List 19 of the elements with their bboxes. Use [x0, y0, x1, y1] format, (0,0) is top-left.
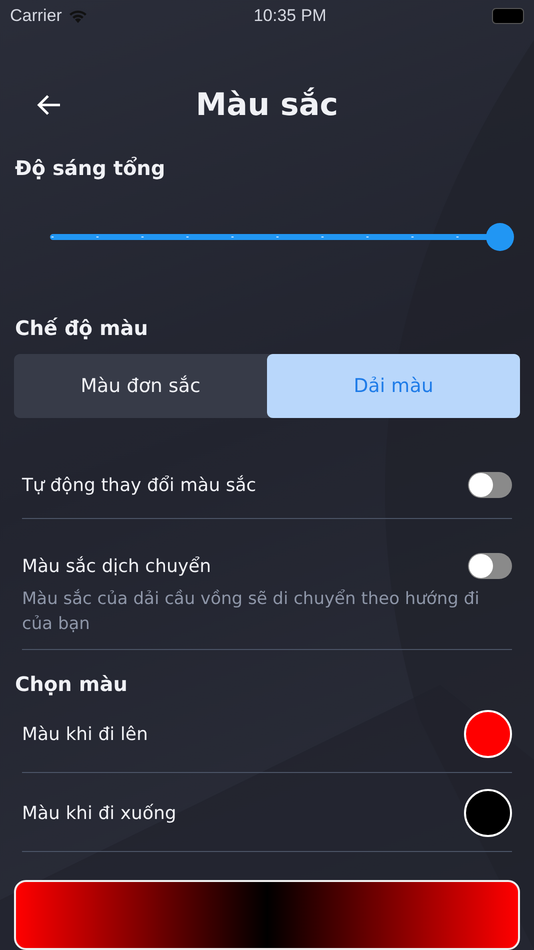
page-title: Màu sắc [196, 87, 338, 123]
wifi-icon [68, 8, 88, 24]
setting-label: Màu sắc dịch chuyển [22, 556, 212, 576]
mode-tab[interactable]: Màu đơn sắc [14, 354, 267, 418]
color-swatch[interactable] [464, 710, 512, 758]
status-time: 10:35 PM [254, 6, 326, 26]
battery-icon [492, 8, 524, 24]
carrier-label: Carrier [10, 6, 62, 26]
setting-label: Tự động thay đổi màu sắc [22, 474, 256, 496]
color-swatch[interactable] [464, 789, 512, 837]
toggle-switch[interactable] [468, 472, 512, 498]
slider-thumb[interactable] [486, 223, 514, 251]
setting-description: Màu sắc của dải cầu vồng sẽ di chuyển theo hướng đi của bạn [22, 588, 480, 636]
color-label: Màu khi đi xuống [22, 802, 176, 824]
section-title: Chọn màu [15, 672, 128, 696]
section-title: Chế độ màu [15, 316, 150, 340]
color-label: Màu khi đi lên [22, 724, 148, 744]
section-title: Độ sáng tổng [15, 156, 166, 180]
toggle-switch[interactable] [468, 553, 512, 579]
